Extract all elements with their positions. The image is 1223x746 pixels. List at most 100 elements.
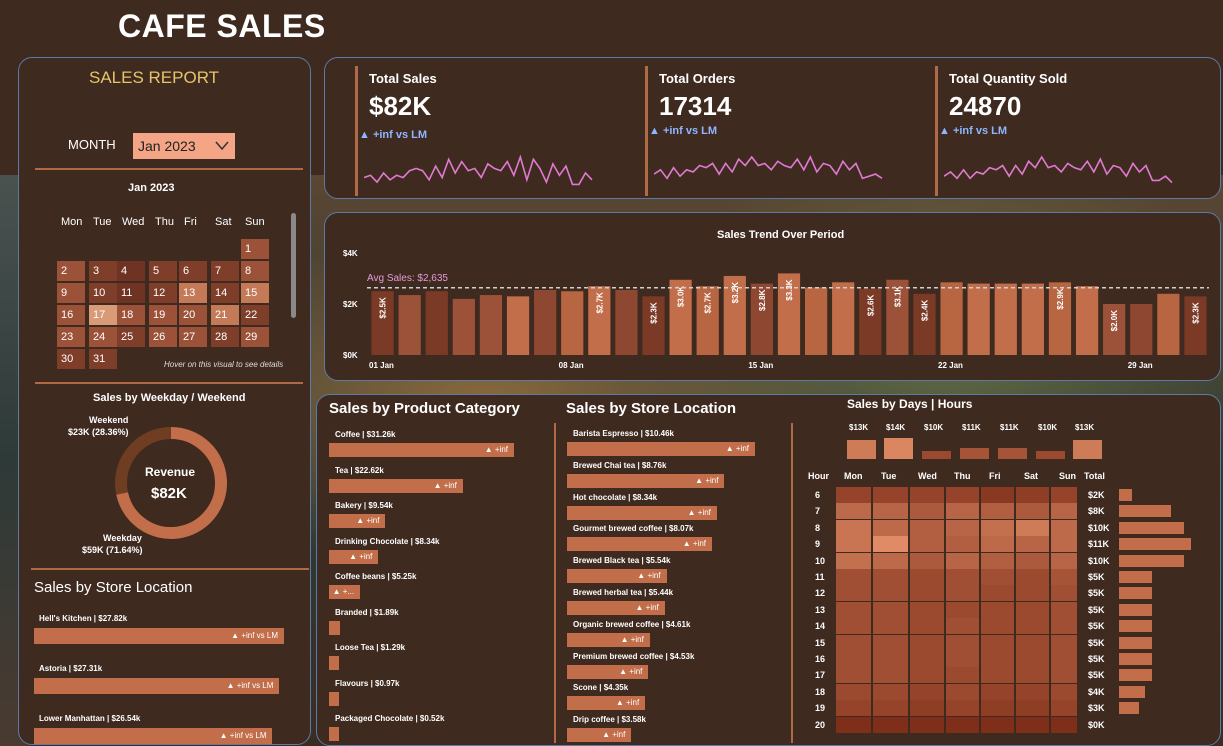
heatmap-cell[interactable] — [1016, 601, 1049, 618]
heatmap-cell[interactable] — [1016, 552, 1049, 569]
heatmap-cell[interactable] — [981, 634, 1014, 651]
heatmap-cell[interactable] — [836, 585, 871, 602]
heatmap-cell[interactable] — [910, 683, 944, 700]
calendar-day[interactable]: 2 — [57, 261, 85, 281]
heatmap-cell[interactable] — [1051, 651, 1077, 667]
heatmap-cell[interactable] — [946, 536, 979, 553]
calendar-day[interactable]: 4 — [117, 261, 145, 281]
heatmap-cell[interactable] — [1016, 618, 1049, 635]
heatmap-cell[interactable] — [1051, 683, 1077, 700]
heatmap-cell[interactable] — [946, 716, 979, 733]
heatmap-cell[interactable] — [836, 569, 871, 585]
heatmap-cell[interactable] — [836, 700, 871, 717]
heatmap-cell[interactable] — [1016, 503, 1049, 520]
calendar-day[interactable]: 16 — [57, 305, 85, 325]
heatmap-cell[interactable] — [873, 552, 908, 569]
heatmap-cell[interactable] — [873, 569, 908, 585]
heatmap-cell[interactable] — [836, 503, 871, 520]
heatmap-cell[interactable] — [1016, 651, 1049, 667]
heatmap-cell[interactable] — [836, 601, 871, 618]
heatmap-cell[interactable] — [1051, 519, 1077, 536]
heatmap-cell[interactable] — [873, 634, 908, 651]
calendar-day[interactable]: 5 — [149, 261, 177, 281]
heatmap-cell[interactable] — [873, 618, 908, 635]
heatmap-cell[interactable] — [836, 519, 871, 536]
calendar-day[interactable]: 23 — [57, 327, 85, 347]
calendar-day[interactable]: 17 — [89, 305, 117, 325]
heatmap-cell[interactable] — [836, 667, 871, 684]
heatmap-cell[interactable] — [1016, 519, 1049, 536]
heatmap-cell[interactable] — [910, 585, 944, 602]
heatmap-cell[interactable] — [981, 503, 1014, 520]
heatmap-cell[interactable] — [1016, 634, 1049, 651]
calendar-day[interactable]: 24 — [89, 327, 117, 347]
heatmap-cell[interactable] — [873, 536, 908, 553]
heatmap-cell[interactable] — [910, 552, 944, 569]
calendar-day[interactable]: 13 — [179, 283, 207, 303]
heatmap-cell[interactable] — [873, 651, 908, 667]
heatmap-cell[interactable] — [873, 503, 908, 520]
heatmap-cell[interactable] — [981, 552, 1014, 569]
calendar-day[interactable]: 31 — [89, 349, 117, 369]
heatmap-cell[interactable] — [981, 716, 1014, 733]
heatmap-cell[interactable] — [981, 569, 1014, 585]
heatmap-cell[interactable] — [836, 536, 871, 553]
heatmap-cell[interactable] — [1016, 700, 1049, 717]
calendar-day[interactable]: 11 — [117, 283, 145, 303]
sales-trend-chart[interactable]: $2.5K $2.7K $2.3K $3.0K $2.7K $3.2K $2.8K $3.3K… — [325, 213, 1220, 380]
heatmap-cell[interactable] — [946, 519, 979, 536]
heatmap-cell[interactable] — [981, 651, 1014, 667]
heatmap-cell[interactable] — [873, 716, 908, 733]
heatmap-cell[interactable] — [1051, 503, 1077, 520]
calendar-day[interactable]: 19 — [149, 305, 177, 325]
heatmap-cell[interactable] — [981, 585, 1014, 602]
calendar-day[interactable]: 29 — [241, 327, 269, 347]
heatmap-cell[interactable] — [1016, 569, 1049, 585]
heatmap-cell[interactable] — [946, 700, 979, 717]
calendar-day[interactable]: 10 — [89, 283, 117, 303]
heatmap-cell[interactable] — [910, 569, 944, 585]
heatmap-cell[interactable] — [981, 667, 1014, 684]
heatmap-cell[interactable] — [981, 618, 1014, 635]
heatmap-cell[interactable] — [873, 487, 908, 503]
heatmap-cell[interactable] — [910, 487, 944, 503]
heatmap-cell[interactable] — [836, 487, 871, 503]
heatmap-cell[interactable] — [946, 569, 979, 585]
calendar-day[interactable]: 7 — [211, 261, 239, 281]
heatmap-cell[interactable] — [981, 519, 1014, 536]
heatmap-cell[interactable] — [1051, 585, 1077, 602]
heatmap-cell[interactable] — [946, 601, 979, 618]
heatmap-cell[interactable] — [910, 667, 944, 684]
heatmap-cell[interactable] — [910, 601, 944, 618]
heatmap-cell[interactable] — [946, 487, 979, 503]
calendar-day[interactable]: 20 — [179, 305, 207, 325]
weekday-donut-chart[interactable] — [111, 423, 231, 543]
calendar-day[interactable]: 28 — [211, 327, 239, 347]
heatmap-cell[interactable] — [873, 519, 908, 536]
heatmap-cell[interactable] — [981, 683, 1014, 700]
calendar-day[interactable]: 26 — [149, 327, 177, 347]
heatmap-cell[interactable] — [836, 552, 871, 569]
heatmap-cell[interactable] — [1051, 536, 1077, 553]
heatmap-cell[interactable] — [873, 667, 908, 684]
month-dropdown[interactable]: Jan 2023 — [133, 133, 235, 159]
heatmap-cell[interactable] — [910, 536, 944, 553]
heatmap-cell[interactable] — [946, 618, 979, 635]
calendar-day[interactable]: 12 — [149, 283, 177, 303]
calendar-day[interactable]: 22 — [241, 305, 269, 325]
heatmap-cell[interactable] — [910, 700, 944, 717]
calendar-day[interactable]: 21 — [211, 305, 239, 325]
calendar-scrollbar[interactable] — [291, 213, 296, 318]
heatmap-cell[interactable] — [1051, 716, 1077, 733]
heatmap-cell[interactable] — [873, 700, 908, 717]
calendar-day[interactable]: 25 — [117, 327, 145, 347]
calendar-day[interactable]: 30 — [57, 349, 85, 369]
heatmap-cell[interactable] — [1051, 601, 1077, 618]
heatmap-cell[interactable] — [873, 683, 908, 700]
heatmap-cell[interactable] — [946, 585, 979, 602]
heatmap-cell[interactable] — [910, 503, 944, 520]
heatmap-cell[interactable] — [946, 503, 979, 520]
heatmap-cell[interactable] — [981, 536, 1014, 553]
heatmap-cell[interactable] — [1051, 569, 1077, 585]
calendar-day[interactable]: 3 — [89, 261, 117, 281]
